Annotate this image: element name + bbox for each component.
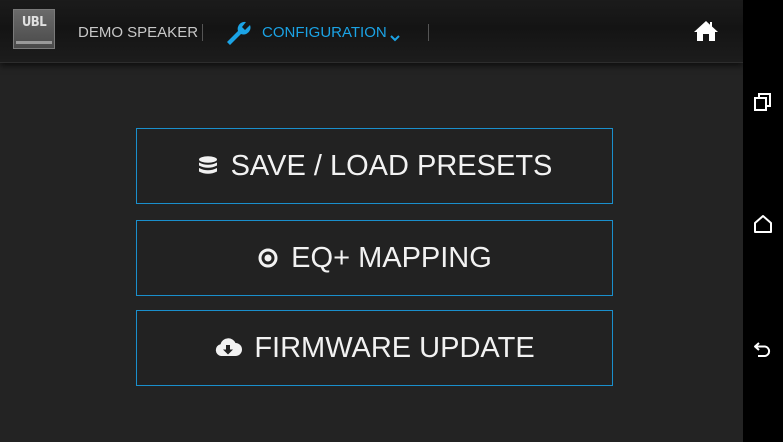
home-icon[interactable] xyxy=(693,19,719,48)
top-bar: UBL DEMO SPEAKER CONFIGURATION xyxy=(0,0,743,63)
section-dropdown[interactable]: CONFIGURATION xyxy=(262,24,387,41)
wrench-icon[interactable] xyxy=(224,20,252,51)
save-load-presets-button[interactable]: SAVE / LOAD PRESETS xyxy=(136,128,613,204)
recents-icon[interactable] xyxy=(753,92,773,117)
android-nav-bar xyxy=(743,0,783,442)
device-name[interactable]: DEMO SPEAKER xyxy=(78,24,198,41)
target-icon xyxy=(257,247,279,269)
back-icon[interactable] xyxy=(753,338,773,363)
menu-item-label: SAVE / LOAD PRESETS xyxy=(230,149,553,182)
menu-item-label: FIRMWARE UPDATE xyxy=(254,331,535,364)
logo: UBL xyxy=(13,9,55,49)
logo-stripe xyxy=(16,41,52,44)
divider xyxy=(202,24,203,41)
menu-item-label: EQ+ MAPPING xyxy=(291,241,492,274)
chevron-down-icon[interactable] xyxy=(390,29,400,47)
home-outline-icon[interactable] xyxy=(753,214,773,239)
eq-mapping-button[interactable]: EQ+ MAPPING xyxy=(136,220,613,296)
app-screen: UBL DEMO SPEAKER CONFIGURATION SAVE / LO… xyxy=(0,0,743,442)
divider xyxy=(428,24,429,41)
logo-text: UBL xyxy=(21,15,47,30)
firmware-update-button[interactable]: FIRMWARE UPDATE xyxy=(136,310,613,386)
database-icon xyxy=(197,155,219,177)
cloud-download-icon xyxy=(214,337,243,359)
